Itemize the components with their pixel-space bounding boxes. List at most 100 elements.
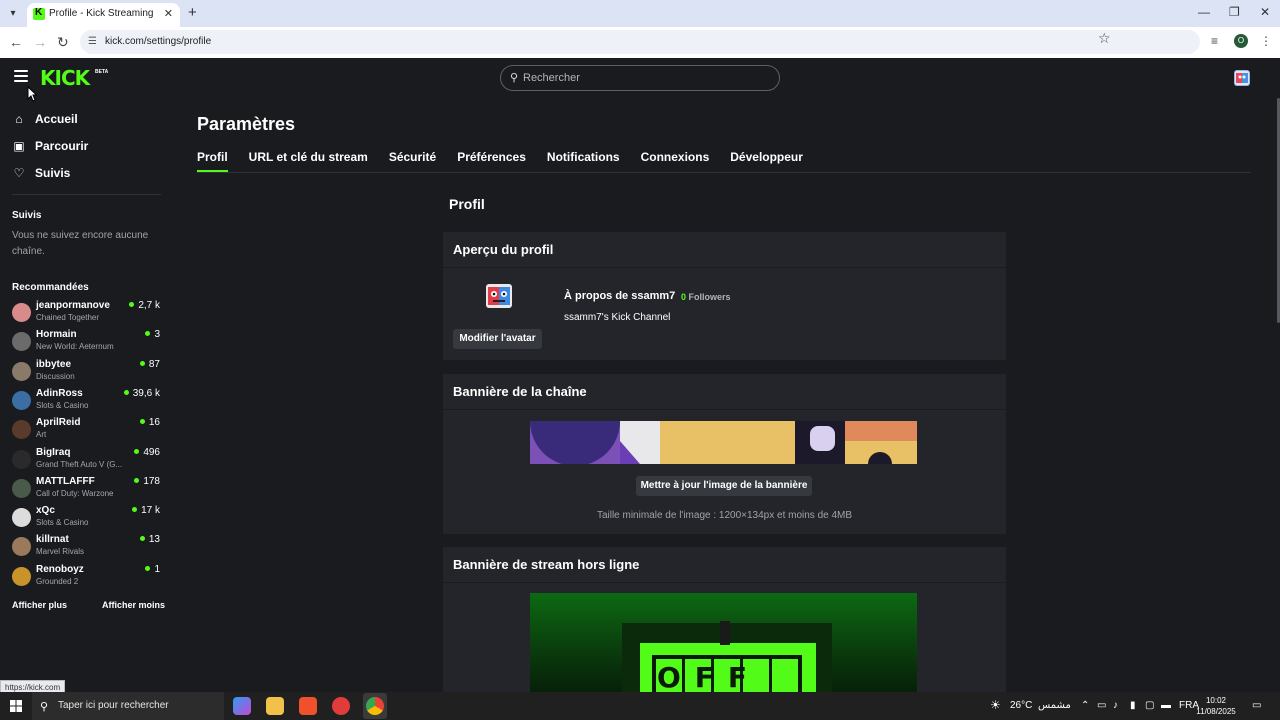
viewer-count: 13 [140, 534, 160, 545]
followers-count: 0 Followers [681, 292, 731, 302]
avatar [12, 537, 31, 557]
recommended-channel[interactable]: MATTLAFFF Call of Duty: Warzone 178 [12, 475, 160, 504]
network-icon[interactable]: ▭ [1097, 700, 1106, 711]
show-more-link[interactable]: Afficher plus [12, 600, 67, 610]
clock[interactable]: 10:02 11/08/2025 [1196, 695, 1236, 717]
tab-preferences[interactable]: Préférences [457, 150, 526, 172]
weather-desc[interactable]: مشمس [1038, 700, 1071, 711]
recommended-channel[interactable]: xQc Slots & Casino 17 k [12, 504, 160, 533]
notifications-icon[interactable]: ▭ [1252, 700, 1261, 711]
tab-security[interactable]: Sécurité [389, 150, 436, 172]
browser-tabbar: ▾ Profile - Kick Streaming ✕ + — ❐ ✕ [0, 0, 1280, 27]
tab-notifications[interactable]: Notifications [547, 150, 620, 172]
channel-category: Slots & Casino [36, 400, 89, 410]
windows-start-icon[interactable] [10, 700, 22, 712]
user-avatar[interactable] [1234, 70, 1250, 86]
browser-profile-avatar[interactable]: O [1234, 34, 1248, 48]
kick-logo[interactable]: KICK [40, 66, 90, 90]
tab-connections[interactable]: Connexions [641, 150, 710, 172]
app-icon[interactable] [332, 697, 350, 715]
back-icon[interactable]: ← [9, 34, 23, 50]
recommended-channel[interactable]: Renoboyz Grounded 2 1 [12, 563, 160, 592]
sidebar-item-parcourir[interactable]: ▣ Parcourir [12, 136, 88, 156]
channel-name: jeanpormanove [36, 300, 110, 311]
browser-tab-active[interactable]: Profile - Kick Streaming ✕ [27, 3, 180, 27]
tray-chevron-icon[interactable]: ⌃ [1081, 700, 1089, 711]
search-input[interactable] [523, 70, 763, 86]
file-explorer-icon[interactable] [266, 697, 284, 715]
viewer-count: 3 [145, 329, 160, 340]
volume-icon[interactable]: ♪ [1113, 700, 1118, 711]
followers-label: Followers [688, 292, 731, 302]
offline-banner-image: OFF [530, 593, 917, 692]
section-heading: Profil [449, 196, 485, 212]
recommended-channel[interactable]: killrnat Marvel Rivals 13 [12, 533, 160, 562]
sidebar-item-suivis[interactable]: ♡ Suivis [12, 163, 71, 183]
sidebar-divider [12, 194, 161, 195]
url-text[interactable]: kick.com/settings/profile [105, 36, 211, 47]
recommended-channel[interactable]: BigIraq Grand Theft Auto V (G... 496 [12, 446, 160, 475]
following-empty-message: Vous ne suivez encore aucune chaîne. [12, 230, 149, 257]
avatar [12, 508, 31, 528]
avatar [12, 332, 31, 352]
restore-icon[interactable]: ❐ [1229, 5, 1240, 19]
tab-developer[interactable]: Développeur [730, 150, 803, 172]
avatar [12, 449, 31, 469]
channel-category: Grounded 2 [36, 576, 79, 586]
recommended-channel[interactable]: Hormain New World: Aeternum 3 [12, 328, 160, 357]
battery-icon[interactable]: ▬ [1161, 700, 1171, 711]
sidebar-item-accueil[interactable]: ⌂ Accueil [12, 109, 77, 129]
site-info-icon[interactable]: ☰ [88, 36, 100, 48]
card-divider [443, 267, 1006, 268]
show-less-link[interactable]: Afficher moins [102, 600, 165, 610]
search-bar[interactable]: ⚲ [500, 65, 780, 91]
edit-avatar-button[interactable]: Modifier l'avatar [453, 329, 542, 349]
beta-badge: BETA [95, 69, 109, 75]
window-close-icon[interactable]: ✕ [1260, 5, 1270, 19]
recommended-channel[interactable]: AdinRoss Slots & Casino 39,6 k [12, 387, 160, 416]
recommended-channel[interactable]: jeanpormanove Chained Together 2,7 k [12, 299, 160, 328]
reload-icon[interactable]: ↻ [57, 34, 69, 50]
bookmark-star-icon[interactable]: ☆ [1098, 30, 1111, 47]
channel-category: Chained Together [36, 313, 100, 322]
weather-icon[interactable]: ☀ [990, 698, 1001, 712]
windows-taskbar: ⚲ Taper ici pour rechercher ☀ 26°C مشمس … [0, 692, 1280, 720]
channel-category: New World: Aeternum [36, 342, 114, 352]
tab-close-icon[interactable]: ✕ [164, 7, 173, 20]
site-header: KICK BETA ⚲ [0, 58, 1280, 98]
channel-name: Renoboyz [36, 563, 84, 575]
menu-icon[interactable] [14, 70, 28, 82]
heart-icon: ♡ [13, 166, 25, 180]
home-icon: ⌂ [15, 112, 23, 126]
channel-category: Art [36, 430, 47, 440]
brave-browser-icon[interactable] [299, 697, 317, 715]
microphone-icon[interactable]: ▮ [1130, 700, 1136, 711]
copilot-icon[interactable] [233, 697, 251, 715]
viewer-count: 2,7 k [129, 300, 160, 311]
offline-banner-card: Bannière de stream hors ligne OFF [443, 547, 1006, 692]
recommended-channel[interactable]: ibbytee Discussion 87 [12, 358, 160, 387]
search-icon: ⚲ [40, 701, 49, 713]
viewer-count: 1 [145, 564, 160, 575]
weather-temp[interactable]: 26°C [1010, 700, 1032, 711]
tab-profil[interactable]: Profil [197, 150, 228, 172]
taskbar-search[interactable]: ⚲ Taper ici pour rechercher [32, 692, 224, 720]
search-icon: ⚲ [510, 72, 519, 84]
update-banner-button[interactable]: Mettre à jour l'image de la bannière [636, 476, 812, 496]
forward-icon[interactable]: → [33, 34, 47, 50]
about-title: À propos de ssamm7 [564, 290, 676, 302]
browser-menu-icon[interactable]: ⋮ [1260, 34, 1272, 48]
recommended-channel[interactable]: AprilReid Art 16 [12, 416, 160, 445]
media-controls-icon[interactable]: ≡ [1211, 34, 1218, 48]
offline-banner-title: Bannière de stream hors ligne [453, 557, 640, 572]
new-tab-button[interactable]: + [188, 5, 197, 21]
profile-avatar [481, 278, 517, 314]
chrome-taskbar-button[interactable] [363, 693, 387, 719]
minimize-icon[interactable]: — [1198, 5, 1210, 19]
tab-search-button[interactable]: ▾ [5, 6, 21, 22]
tab-stream-key[interactable]: URL et clé du stream [249, 150, 368, 172]
channel-name: BigIraq [36, 446, 71, 458]
display-icon[interactable]: ▢ [1145, 700, 1154, 711]
address-bar[interactable]: ☰ kick.com/settings/profile [80, 30, 1200, 54]
offline-label: OFF [657, 661, 762, 692]
